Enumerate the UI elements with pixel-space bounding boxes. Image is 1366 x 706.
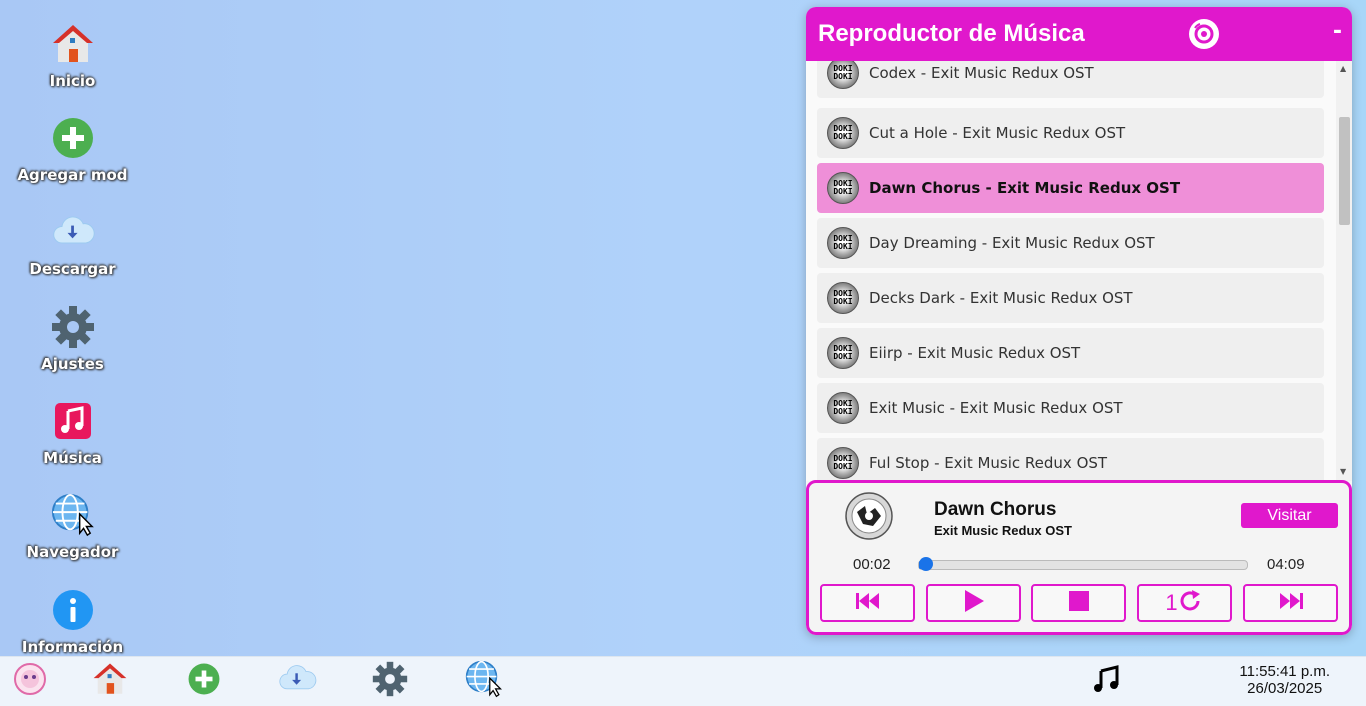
taskbar-home[interactable]	[90, 661, 130, 701]
home-icon	[51, 22, 95, 66]
stop-icon	[1068, 590, 1090, 616]
album-cover: DOKI DOKI	[827, 61, 859, 89]
desktop-icon-descargar[interactable]: Descargar	[0, 208, 145, 298]
progress-slider[interactable]	[918, 557, 1248, 571]
album-cover: DOKI DOKI	[827, 282, 859, 314]
clock-time: 11:55:41 p.m.	[1239, 663, 1330, 680]
repeat-one-label: 1	[1165, 590, 1178, 615]
taskbar-clock[interactable]: 11:55:41 p.m. 26/03/2025	[1239, 663, 1330, 697]
now-playing-album: Exit Music Redux OST	[934, 523, 1072, 538]
now-playing-cover	[845, 492, 893, 540]
skip-forward-icon	[1278, 591, 1304, 615]
desktop-icon-label: Música	[43, 449, 102, 467]
track-name: Exit Music - Exit Music Redux OST	[869, 399, 1123, 417]
desktop-icon-label: Descargar	[29, 260, 116, 278]
music-player-window: Reproductor de Música - DOKI DOKI Codex …	[806, 7, 1352, 635]
desktop-icon-inicio[interactable]: Inicio	[0, 20, 145, 110]
clock-date: 26/03/2025	[1247, 680, 1323, 697]
scrollbar-thumb[interactable]	[1339, 117, 1350, 225]
disc-icon	[1188, 18, 1220, 54]
album-cover: DOKI DOKI	[827, 337, 859, 369]
desktop-icon-agregar-mod[interactable]: Agregar mod	[0, 114, 145, 204]
playlist-track[interactable]: DOKI DOKI Eiirp - Exit Music Redux OST	[817, 328, 1324, 378]
player-titlebar[interactable]: Reproductor de Música -	[806, 7, 1352, 61]
desktop-icon-label: Agregar mod	[17, 166, 128, 184]
skip-back-icon	[855, 591, 881, 615]
taskbar-settings[interactable]	[370, 661, 410, 701]
desktop-icon-label: Ajustes	[41, 355, 104, 373]
taskbar-add[interactable]	[184, 661, 224, 701]
taskbar: 11:55:41 p.m. 26/03/2025	[0, 656, 1366, 706]
desktop-icon-navegador[interactable]: Navegador	[0, 491, 145, 581]
track-name: Dawn Chorus - Exit Music Redux OST	[869, 179, 1181, 197]
minimize-button[interactable]: -	[1333, 19, 1342, 44]
scroll-down-icon[interactable]: ▼	[1340, 467, 1346, 476]
repeat-one-icon	[1178, 589, 1204, 617]
album-cover: DOKI DOKI	[827, 117, 859, 149]
playlist-scrollbar[interactable]: ▲ ▼	[1336, 61, 1352, 481]
desktop-icon-label: Información	[21, 638, 124, 656]
add-icon	[187, 662, 221, 700]
repeat-one-button[interactable]: 1	[1137, 584, 1232, 622]
progress-handle[interactable]	[918, 557, 933, 571]
album-cover: DOKI DOKI	[827, 392, 859, 424]
music-note-icon	[1092, 665, 1120, 697]
globe-icon	[51, 493, 95, 537]
track-name: Codex - Exit Music Redux OST	[869, 64, 1094, 82]
playlist-track-active[interactable]: DOKI DOKI Dawn Chorus - Exit Music Redux…	[817, 163, 1324, 213]
track-name: Eiirp - Exit Music Redux OST	[869, 344, 1081, 362]
gear-icon	[51, 305, 95, 349]
playlist-track[interactable]: DOKI DOKI Codex - Exit Music Redux OST	[817, 61, 1324, 98]
taskbar-avatar[interactable]	[10, 661, 50, 701]
cloud-download-icon	[277, 661, 317, 701]
playlist-track[interactable]: DOKI DOKI Day Dreaming - Exit Music Redu…	[817, 218, 1324, 268]
globe-icon	[465, 660, 503, 702]
music-note-icon	[51, 399, 95, 443]
desktop-icon-ajustes[interactable]: Ajustes	[0, 303, 145, 393]
album-cover: DOKI DOKI	[827, 227, 859, 259]
info-icon	[51, 588, 95, 632]
play-icon	[962, 589, 986, 617]
taskbar-music[interactable]	[1086, 661, 1126, 701]
now-playing-panel: Dawn Chorus Exit Music Redux OST Visitar…	[806, 480, 1352, 635]
album-cover: DOKI DOKI	[827, 172, 859, 204]
track-name: Decks Dark - Exit Music Redux OST	[869, 289, 1133, 307]
play-button[interactable]	[926, 584, 1021, 622]
album-cover: DOKI DOKI	[827, 447, 859, 479]
next-button[interactable]	[1243, 584, 1338, 622]
track-name: Day Dreaming - Exit Music Redux OST	[869, 234, 1155, 252]
playlist: DOKI DOKI Codex - Exit Music Redux OST D…	[806, 61, 1352, 481]
now-playing-title: Dawn Chorus	[934, 499, 1057, 520]
playlist-track[interactable]: DOKI DOKI Cut a Hole - Exit Music Redux …	[817, 108, 1324, 158]
track-name: Cut a Hole - Exit Music Redux OST	[869, 124, 1126, 142]
playlist-track[interactable]: DOKI DOKI Exit Music - Exit Music Redux …	[817, 383, 1324, 433]
taskbar-download[interactable]	[277, 661, 317, 701]
stop-button[interactable]	[1031, 584, 1126, 622]
desktop-icon-label: Navegador	[26, 543, 119, 561]
elapsed-time: 00:02	[853, 556, 891, 573]
track-name: Ful Stop - Exit Music Redux OST	[869, 454, 1108, 472]
desktop-icons: Inicio Agregar mod Descargar Ajustes Mús…	[0, 0, 145, 656]
add-icon	[51, 116, 95, 160]
home-icon	[92, 661, 128, 701]
desktop-icon-label: Inicio	[49, 72, 96, 90]
total-duration: 04:09	[1267, 556, 1305, 573]
playlist-track[interactable]: DOKI DOKI Ful Stop - Exit Music Redux OS…	[817, 438, 1324, 481]
player-title: Reproductor de Música	[818, 20, 1085, 47]
visit-button[interactable]: Visitar	[1241, 503, 1338, 528]
avatar	[14, 663, 46, 699]
desktop-icon-musica[interactable]: Música	[0, 397, 145, 487]
playlist-track[interactable]: DOKI DOKI Decks Dark - Exit Music Redux …	[817, 273, 1324, 323]
cloud-download-icon	[51, 210, 95, 254]
previous-button[interactable]	[820, 584, 915, 622]
taskbar-browser[interactable]	[464, 660, 504, 702]
gear-icon	[372, 661, 408, 701]
scroll-up-icon[interactable]: ▲	[1340, 64, 1346, 73]
